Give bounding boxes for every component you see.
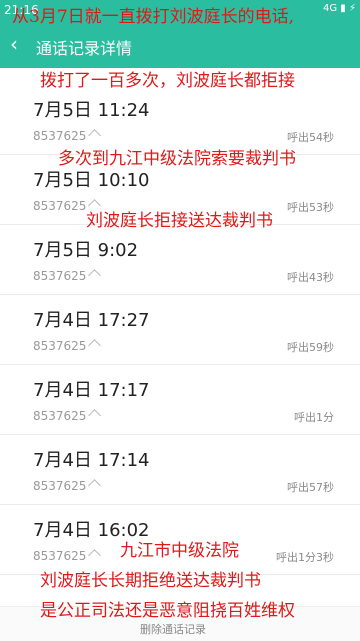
call-number: 8537625 (33, 339, 102, 353)
call-duration: 呼出53秒 (287, 201, 334, 214)
overlay-annotation: 刘波庭长拒接送达裁判书 (86, 211, 273, 231)
call-time: 7月5日 10:10 (33, 170, 150, 191)
call-duration: 呼出43秒 (287, 271, 334, 284)
call-time: 7月4日 17:17 (33, 380, 150, 401)
overlay-annotation: 拨打了一百多次，刘波庭长都拒接 (40, 71, 295, 91)
share-icon[interactable] (88, 269, 102, 282)
delete-call-log-button[interactable]: 删除通话记录 (140, 621, 206, 637)
share-icon[interactable] (88, 339, 102, 352)
call-number: 8537625 (33, 409, 102, 423)
status-icons: 4G ▮ ⚡ (323, 3, 356, 14)
overlay-annotation: 多次到九江中级法院索要裁判书 (58, 149, 296, 169)
overlay-annotation: 是公正司法还是恶意阻挠百姓维权 (40, 601, 295, 621)
call-duration: 呼出57秒 (287, 481, 334, 494)
call-time: 7月5日 9:02 (33, 240, 139, 261)
call-record-row[interactable]: 7月4日 17:14 8537625 呼出57秒 (0, 446, 360, 505)
call-number: 8537625 (33, 479, 102, 493)
call-time: 7月4日 17:14 (33, 450, 150, 471)
call-time: 7月5日 11:24 (33, 100, 150, 121)
call-record-row[interactable]: 7月4日 17:17 8537625 呼出1分 (0, 376, 360, 435)
call-record-row[interactable]: 7月4日 17:27 8537625 呼出59秒 (0, 306, 360, 365)
overlay-annotation: 刘波庭长长期拒绝送达裁判书 (40, 571, 261, 591)
share-icon[interactable] (88, 549, 102, 562)
share-icon[interactable] (88, 479, 102, 492)
call-duration: 呼出54秒 (287, 131, 334, 144)
call-time: 7月4日 17:27 (33, 310, 150, 331)
back-icon[interactable]: ‹ (10, 32, 18, 56)
call-duration: 呼出1分3秒 (276, 551, 334, 564)
share-icon[interactable] (88, 409, 102, 422)
page-title: 通话记录详情 (36, 39, 133, 58)
app-header: ‹ 通话记录详情 (0, 22, 360, 68)
share-icon[interactable] (88, 129, 102, 142)
call-record-row[interactable]: 7月5日 9:02 8537625 呼出43秒 (0, 236, 360, 295)
call-duration: 呼出1分 (294, 411, 334, 424)
call-number: 8537625 (33, 129, 102, 143)
call-duration: 呼出59秒 (287, 341, 334, 354)
overlay-annotation: 从3月7日就一直拨打刘波庭长的电话, (12, 7, 295, 27)
call-number: 8537625 (33, 549, 102, 563)
overlay-annotation: 九江市中级法院 (120, 541, 239, 561)
call-number: 8537625 (33, 269, 102, 283)
